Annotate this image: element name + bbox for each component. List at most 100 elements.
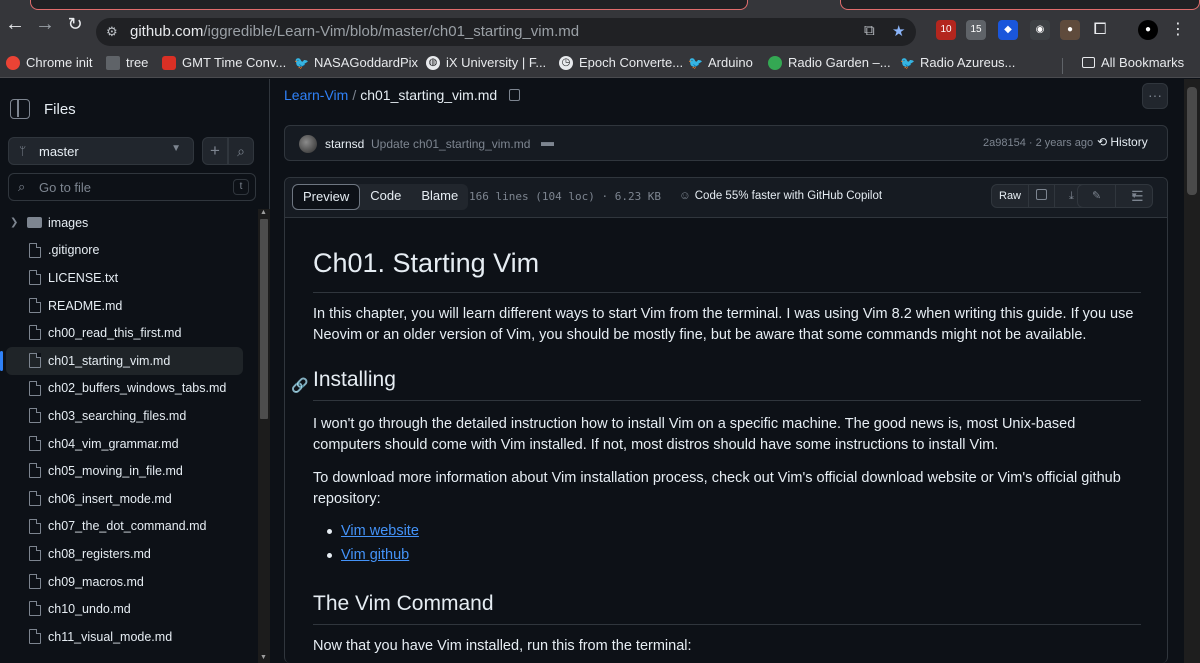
file-icon <box>29 297 41 313</box>
copy-raw-button[interactable] <box>1029 185 1056 207</box>
tree-item-file[interactable]: ch09_macros.md <box>0 568 258 596</box>
branch-selector[interactable]: ᛘ master ▼ <box>8 137 194 165</box>
bookmark-item[interactable]: ◍ iX University | F... <box>426 55 546 70</box>
vim-github-link[interactable]: Vim github <box>341 547 409 563</box>
bookmark-item[interactable]: Radio Garden –... <box>768 55 891 70</box>
link-anchor-icon[interactable]: 🔗 <box>291 371 308 399</box>
tree-item-file[interactable]: ch05_moving_in_file.md <box>0 457 258 485</box>
install-app-icon[interactable]: ⧉ <box>864 22 875 39</box>
tree-item-file[interactable]: ch03_searching_files.md <box>0 402 258 430</box>
bookmark-item[interactable]: tree <box>106 55 148 70</box>
privacy-extension-icon[interactable]: ◉ <box>1030 20 1050 40</box>
tree-item-label: ch03_searching_files.md <box>48 408 187 423</box>
edit-button[interactable]: ✎ <box>1078 185 1117 207</box>
cookie-extension-icon[interactable]: ● <box>1060 20 1080 40</box>
page-title: Ch01. Starting Vim <box>313 244 1141 293</box>
chevron-right-icon[interactable]: ❯ <box>10 217 18 228</box>
tree-item-file[interactable]: ch06_insert_mode.md <box>0 485 258 513</box>
search-button[interactable]: ⌕ <box>228 137 254 165</box>
page-scrollbar[interactable] <box>1184 79 1200 663</box>
browser-tab[interactable] <box>840 0 1200 10</box>
avatar[interactable] <box>299 135 317 153</box>
bookmark-item[interactable]: 🐦 Radio Azureus... <box>900 55 1015 70</box>
tree-item-file[interactable]: ch00_read_this_first.md <box>0 319 258 347</box>
raw-button[interactable]: Raw <box>992 185 1030 207</box>
expand-commit-icon[interactable]: ▬ <box>541 134 554 149</box>
tree-item-file[interactable]: ch02_buffers_windows_tabs.md <box>0 375 258 403</box>
bookmark-item[interactable]: 🐦 NASAGoddardPix <box>294 55 418 70</box>
twitter-icon: 🐦 <box>688 55 703 70</box>
tree-item-file[interactable]: ch04_vim_grammar.md <box>0 430 258 458</box>
tree-item-label: ch06_insert_mode.md <box>48 491 172 506</box>
tree-item-file[interactable]: README.md <box>0 292 258 320</box>
go-to-file-input[interactable]: ⌕ Go to file t <box>8 173 256 201</box>
folder-icon <box>1082 57 1095 68</box>
back-icon[interactable]: ← <box>4 14 26 34</box>
history-button[interactable]: ⟲ History <box>1097 135 1148 149</box>
address-bar[interactable]: ⚙ github.com/iggredible/Learn-Vim/blob/m… <box>96 18 916 46</box>
tree-item-label: ch10_undo.md <box>48 602 131 617</box>
file-icon <box>29 628 41 644</box>
tab-preview[interactable]: Preview <box>292 184 361 210</box>
tree-item-file[interactable]: ch10_undo.md <box>0 595 258 623</box>
file-view: Learn-Vim / ch01_starting_vim.md ··· starn… <box>270 79 1184 663</box>
chevron-down-icon: ▼ <box>171 143 181 154</box>
list-item: Vim website <box>313 519 1141 543</box>
file-box: Preview Code Blame 166 lines (104 loc) ·… <box>284 177 1168 663</box>
forward-icon[interactable]: → <box>34 14 56 34</box>
more-options-button[interactable]: ··· <box>1142 83 1168 109</box>
bookmark-item[interactable]: Chrome init <box>6 55 92 70</box>
tree-item-images[interactable]: ❯ images <box>0 209 258 237</box>
commit-sha-time[interactable]: 2a98154 · 2 years ago <box>983 137 1093 149</box>
tree-item-active-file[interactable]: ch01_starting_vim.md <box>0 346 243 375</box>
browser-menu-icon[interactable]: ⋮ <box>1168 20 1188 40</box>
tree-item-label: ch02_buffers_windows_tabs.md <box>48 381 227 396</box>
pencil-icon: ✎ <box>1092 190 1102 202</box>
breadcrumb-repo-link[interactable]: Learn-Vim <box>284 87 348 103</box>
shortcut-key: t <box>233 179 249 195</box>
bookmark-item[interactable]: ◷ Epoch Converte... <box>559 55 683 70</box>
twitter-icon: 🐦 <box>294 55 309 70</box>
history-label: History <box>1110 135 1148 149</box>
file-icon <box>29 546 41 562</box>
profile-avatar[interactable]: ● <box>1138 20 1158 40</box>
scroll-up-icon[interactable]: ▲ <box>260 209 267 216</box>
vim-website-link[interactable]: Vim website <box>341 523 419 539</box>
file-icon <box>29 325 41 341</box>
add-file-button[interactable]: + <box>202 137 228 165</box>
browser-tab[interactable] <box>30 0 748 10</box>
extension-badge-icon[interactable]: 15 <box>966 20 986 40</box>
copy-path-icon[interactable] <box>509 89 521 101</box>
all-bookmarks-button[interactable]: All Bookmarks <box>1082 55 1184 70</box>
reload-icon[interactable]: ↻ <box>64 14 86 34</box>
bookmark-item[interactable]: GMT Time Conv... <box>162 55 286 70</box>
scroll-down-icon[interactable]: ▼ <box>260 654 267 661</box>
extension-badge-icon[interactable]: 10 <box>936 20 956 40</box>
twitter-icon: 🐦 <box>900 55 915 70</box>
file-tree-sidebar: Files ᛘ master ▼ + ⌕ ⌕ Go to file t ❯ ima… <box>0 79 270 663</box>
bookmark-item[interactable]: 🐦 Arduino <box>688 55 753 70</box>
page-scroll-thumb[interactable] <box>1187 87 1197 195</box>
outline-list-icon[interactable]: ☰ <box>1131 188 1144 205</box>
tree-item-label: images <box>48 215 89 230</box>
tab-blame[interactable]: Blame <box>411 184 468 210</box>
file-icon <box>29 435 41 451</box>
commit-author[interactable]: starnsd <box>325 137 364 151</box>
tab-code[interactable]: Code <box>360 184 411 210</box>
tree-item-file[interactable]: ch11_visual_mode.md <box>0 623 258 651</box>
commit-message[interactable]: Update ch01_starting_vim.md <box>371 137 530 151</box>
sidebar-toggle-icon[interactable] <box>10 99 30 119</box>
tree-item-file[interactable]: ch08_registers.md <box>0 540 258 568</box>
bookmark-star-icon[interactable]: ★ <box>892 22 905 40</box>
copilot-promo[interactable]: ☺ Code 55% faster with GitHub Copilot <box>679 190 882 202</box>
extension-badge-count: 15 <box>970 24 982 35</box>
shield-extension-icon[interactable]: ◆ <box>998 20 1018 40</box>
site-info-icon[interactable]: ⚙ <box>106 24 122 40</box>
tree-item-file[interactable]: ch07_the_dot_command.md <box>0 513 258 541</box>
tree-item-file[interactable]: LICENSE.txt <box>0 264 258 292</box>
sidebar-scroll-thumb[interactable] <box>260 219 268 419</box>
extensions-puzzle-icon[interactable]: ⧠ <box>1090 20 1110 40</box>
tree-item-label: ch00_read_this_first.md <box>48 326 182 341</box>
tree-item-file[interactable]: .gitignore <box>0 237 258 265</box>
sidebar-scrollbar[interactable]: ▲ ▼ <box>258 209 270 663</box>
